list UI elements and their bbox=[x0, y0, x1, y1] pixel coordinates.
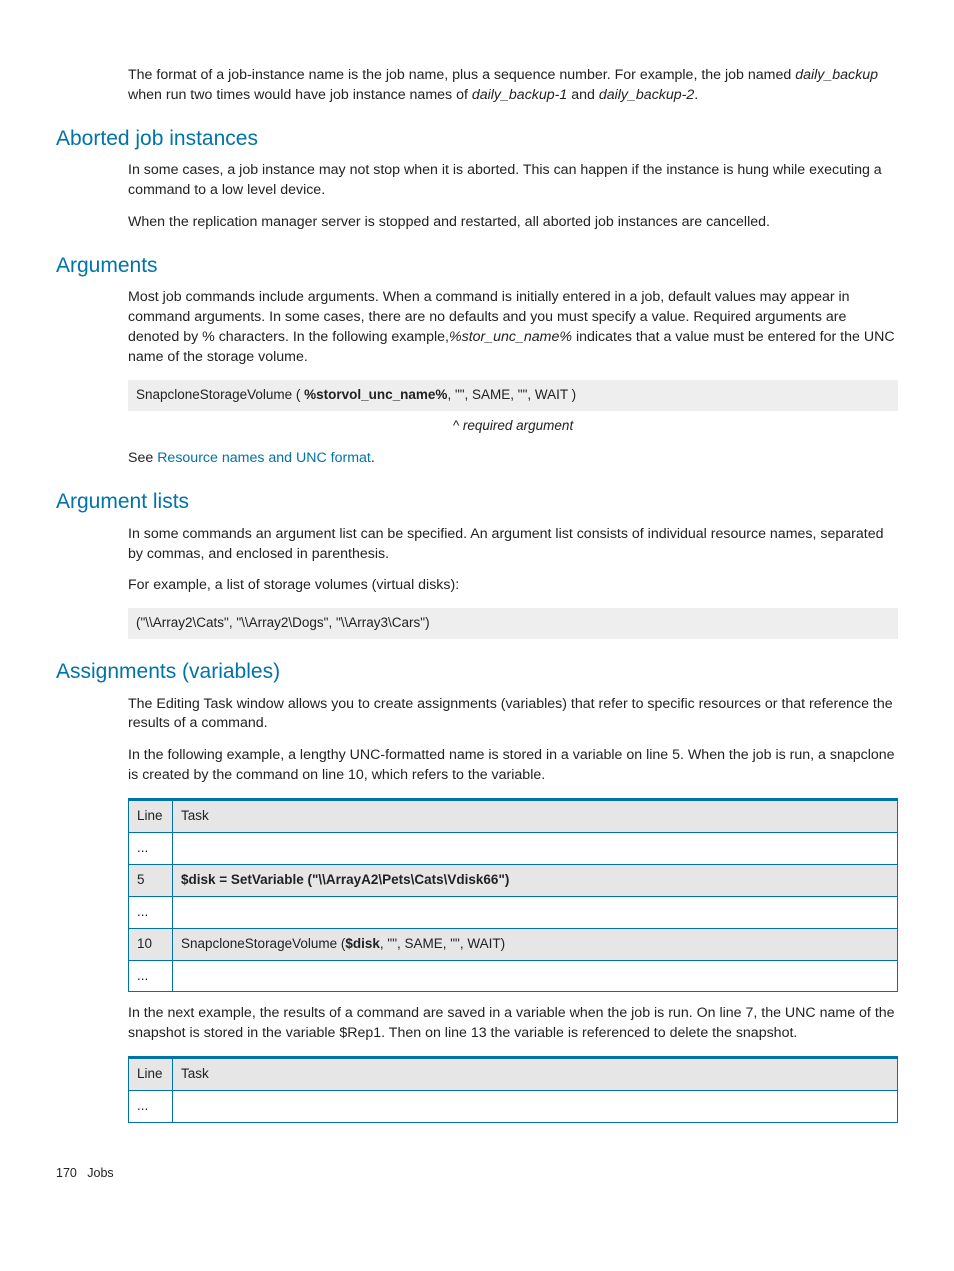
intro-block: The format of a job-instance name is the… bbox=[128, 66, 898, 106]
table-row: ... bbox=[129, 896, 898, 928]
text: . bbox=[371, 450, 375, 466]
cell: $disk = SetVariable ("\\ArrayA2\Pets\Cat… bbox=[173, 864, 898, 896]
text-italic: %stor_unc_name% bbox=[449, 329, 572, 345]
table-row: 5 $disk = SetVariable ("\\ArrayA2\Pets\C… bbox=[129, 864, 898, 896]
table-row: ... bbox=[129, 833, 898, 865]
cell bbox=[173, 1091, 898, 1123]
text: , "", SAME, "", WAIT) bbox=[380, 936, 505, 951]
text: $disk = SetVariable ("\\ArrayA2\Pets\Cat… bbox=[181, 872, 509, 887]
see-link-line: See Resource names and UNC format. bbox=[128, 449, 898, 469]
th-task: Task bbox=[173, 1058, 898, 1091]
cell: 10 bbox=[129, 928, 173, 960]
text-italic: daily_backup bbox=[795, 67, 878, 83]
assign-p3: In the next example, the results of a co… bbox=[128, 1004, 898, 1044]
th-task: Task bbox=[173, 800, 898, 833]
arglists-p1: In some commands an argument list can be… bbox=[128, 525, 898, 565]
text: SnapcloneStorageVolume ( bbox=[181, 936, 345, 951]
heading-assignments: Assignments (variables) bbox=[56, 657, 898, 686]
code-arglist: ("\\Array2\Cats", "\\Array2\Dogs", "\\Ar… bbox=[128, 608, 898, 639]
code-snapclone: SnapcloneStorageVolume ( %storvol_unc_na… bbox=[128, 380, 898, 411]
cell: ... bbox=[129, 896, 173, 928]
text: The format of a job-instance name is the… bbox=[128, 67, 795, 83]
table-example1: Line Task ... 5 $disk = SetVariable ("\\… bbox=[128, 798, 898, 992]
table-row: 10 SnapcloneStorageVolume ($disk, "", SA… bbox=[129, 928, 898, 960]
cell: ... bbox=[129, 960, 173, 992]
cell: SnapcloneStorageVolume ($disk, "", SAME,… bbox=[173, 928, 898, 960]
code-bold: %storvol_unc_name% bbox=[304, 387, 447, 402]
text-italic: daily_backup-2 bbox=[599, 87, 694, 103]
cell bbox=[173, 960, 898, 992]
footer-section: Jobs bbox=[87, 1166, 113, 1180]
text: when run two times would have job instan… bbox=[128, 87, 472, 103]
code-text: SnapcloneStorageVolume ( bbox=[136, 387, 304, 402]
text: See bbox=[128, 450, 157, 466]
th-line: Line bbox=[129, 1058, 173, 1091]
heading-arglists: Argument lists bbox=[56, 487, 898, 516]
cell: 5 bbox=[129, 864, 173, 896]
code-text: , "", SAME, "", WAIT ) bbox=[447, 387, 576, 402]
arguments-p1: Most job commands include arguments. Whe… bbox=[128, 288, 898, 368]
link-resource-names[interactable]: Resource names and UNC format bbox=[157, 450, 371, 466]
heading-arguments: Arguments bbox=[56, 251, 898, 280]
heading-aborted: Aborted job instances bbox=[56, 124, 898, 153]
aborted-p1: In some cases, a job instance may not st… bbox=[128, 161, 898, 201]
table-example2: Line Task ... bbox=[128, 1056, 898, 1123]
text-bold: $disk bbox=[345, 936, 380, 951]
th-line: Line bbox=[129, 800, 173, 833]
text: and bbox=[567, 87, 599, 103]
code-caption: ^ required argument bbox=[128, 417, 898, 436]
aborted-p2: When the replication manager server is s… bbox=[128, 213, 898, 233]
page-footer: 170 Jobs bbox=[56, 1165, 114, 1183]
page-number: 170 bbox=[56, 1166, 77, 1180]
cell: ... bbox=[129, 833, 173, 865]
cell bbox=[173, 833, 898, 865]
cell bbox=[173, 896, 898, 928]
table-row: ... bbox=[129, 1091, 898, 1123]
table-row: ... bbox=[129, 960, 898, 992]
intro-paragraph: The format of a job-instance name is the… bbox=[128, 66, 898, 106]
cell: ... bbox=[129, 1091, 173, 1123]
assign-p1: The Editing Task window allows you to cr… bbox=[128, 695, 898, 735]
arglists-p2: For example, a list of storage volumes (… bbox=[128, 576, 898, 596]
text-italic: daily_backup-1 bbox=[472, 87, 567, 103]
assign-p2: In the following example, a lengthy UNC-… bbox=[128, 746, 898, 786]
text: . bbox=[694, 87, 698, 103]
